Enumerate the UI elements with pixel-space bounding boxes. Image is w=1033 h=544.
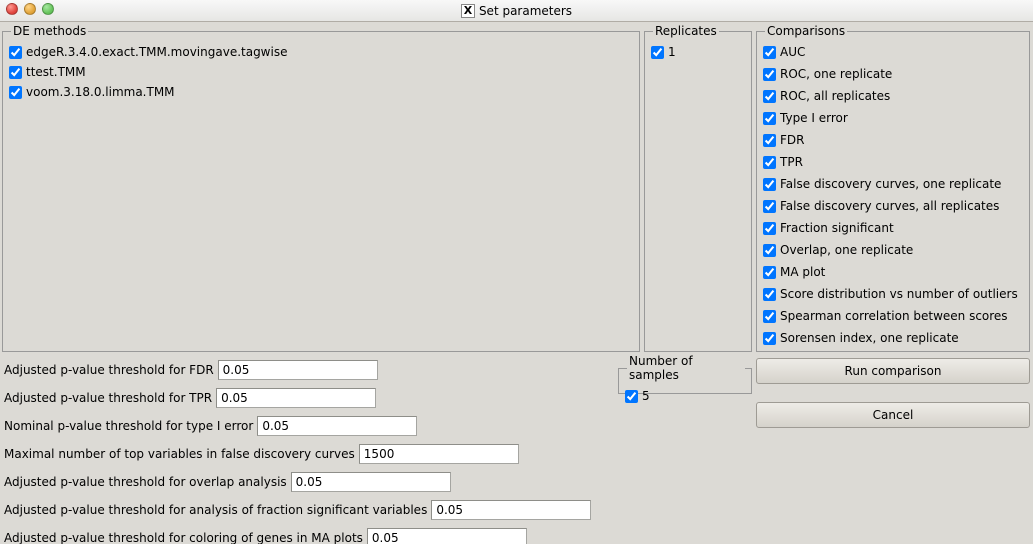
comparison-item[interactable]: False discovery curves, one replicate: [763, 173, 1023, 195]
param-label: Maximal number of top variables in false…: [4, 447, 359, 461]
comparison-label: Type I error: [780, 111, 848, 125]
comparison-checkbox[interactable]: [763, 332, 776, 345]
replicates-legend: Replicates: [653, 24, 719, 38]
titlebar: X Set parameters: [0, 0, 1033, 22]
comparisons-legend: Comparisons: [765, 24, 847, 38]
samples-panel: Number of samples 5: [618, 354, 752, 394]
de-method-checkbox[interactable]: [9, 46, 22, 59]
comparison-item[interactable]: Spearman correlation between scores: [763, 305, 1023, 327]
samples-legend: Number of samples: [627, 354, 745, 382]
samples-label: 5: [642, 389, 650, 403]
zoom-window-button[interactable]: [42, 3, 54, 15]
param-row-overlap: Adjusted p-value threshold for overlap a…: [4, 468, 591, 496]
cancel-button[interactable]: Cancel: [756, 402, 1030, 428]
comparison-label: ROC, all replicates: [780, 89, 890, 103]
fdc-topvars-input[interactable]: [359, 444, 519, 464]
samples-checkbox[interactable]: [625, 390, 638, 403]
comparison-label: Score distribution vs number of outliers: [780, 287, 1018, 301]
param-row-fdc: Maximal number of top variables in false…: [4, 440, 591, 468]
comparison-item[interactable]: Sorensen index, one replicate: [763, 327, 1023, 349]
comparison-label: Overlap, one replicate: [780, 243, 913, 257]
comparison-item[interactable]: Type I error: [763, 107, 1023, 129]
comparison-checkbox[interactable]: [763, 156, 776, 169]
comparison-item[interactable]: Overlap, one replicate: [763, 239, 1023, 261]
comparison-item[interactable]: AUC: [763, 41, 1023, 63]
run-comparison-button[interactable]: Run comparison: [756, 358, 1030, 384]
close-window-button[interactable]: [6, 3, 18, 15]
comparison-item[interactable]: FDR: [763, 129, 1023, 151]
comparison-label: Spearman correlation between scores: [780, 309, 1008, 323]
window-controls: [6, 3, 54, 15]
comparison-label: MA plot: [780, 265, 825, 279]
comparison-label: Sorensen index, one replicate: [780, 331, 959, 345]
fdr-threshold-input[interactable]: [218, 360, 378, 380]
param-row-tpr: Adjusted p-value threshold for TPR: [4, 384, 591, 412]
de-methods-panel: DE methods edgeR.3.4.0.exact.TMM.movinga…: [2, 24, 640, 352]
param-label: Adjusted p-value threshold for analysis …: [4, 503, 431, 517]
replicate-checkbox[interactable]: [651, 46, 664, 59]
comparison-item[interactable]: Fraction significant: [763, 217, 1023, 239]
comparison-checkbox[interactable]: [763, 266, 776, 279]
comparison-label: FDR: [780, 133, 804, 147]
replicate-label: 1: [668, 45, 676, 59]
de-method-label: edgeR.3.4.0.exact.TMM.movingave.tagwise: [26, 45, 287, 59]
comparison-item[interactable]: MA plot: [763, 261, 1023, 283]
de-method-item[interactable]: voom.3.18.0.limma.TMM: [9, 82, 633, 102]
comparison-item[interactable]: False discovery curves, all replicates: [763, 195, 1023, 217]
param-label: Adjusted p-value threshold for coloring …: [4, 531, 367, 544]
comparison-label: TPR: [780, 155, 803, 169]
comparison-checkbox[interactable]: [763, 90, 776, 103]
tpr-threshold-input[interactable]: [216, 388, 376, 408]
comparison-label: False discovery curves, all replicates: [780, 199, 999, 213]
de-methods-legend: DE methods: [11, 24, 88, 38]
type1-threshold-input[interactable]: [257, 416, 417, 436]
ma-threshold-input[interactable]: [367, 528, 527, 544]
param-label: Nominal p-value threshold for type I err…: [4, 419, 257, 433]
window-title: Set parameters: [479, 4, 572, 18]
comparison-checkbox[interactable]: [763, 288, 776, 301]
param-row-ma: Adjusted p-value threshold for coloring …: [4, 524, 591, 544]
param-row-type1: Nominal p-value threshold for type I err…: [4, 412, 591, 440]
overlap-threshold-input[interactable]: [291, 472, 451, 492]
comparison-label: AUC: [780, 45, 805, 59]
param-label: Adjusted p-value threshold for overlap a…: [4, 475, 291, 489]
de-method-label: voom.3.18.0.limma.TMM: [26, 85, 175, 99]
comparison-item[interactable]: ROC, all replicates: [763, 85, 1023, 107]
comparison-item[interactable]: Score distribution vs number of outliers: [763, 283, 1023, 305]
de-method-checkbox[interactable]: [9, 66, 22, 79]
comparison-checkbox[interactable]: [763, 46, 776, 59]
samples-item[interactable]: 5: [625, 386, 745, 406]
comparison-label: Fraction significant: [780, 221, 894, 235]
comparisons-panel: Comparisons AUC ROC, one replicate ROC, …: [756, 24, 1030, 352]
param-label: Adjusted p-value threshold for TPR: [4, 391, 216, 405]
param-row-fdr: Adjusted p-value threshold for FDR: [4, 356, 591, 384]
x11-icon: X: [461, 4, 475, 18]
comparison-label: False discovery curves, one replicate: [780, 177, 1001, 191]
comparison-checkbox[interactable]: [763, 244, 776, 257]
de-method-checkbox[interactable]: [9, 86, 22, 99]
param-row-fracsig: Adjusted p-value threshold for analysis …: [4, 496, 591, 524]
comparison-checkbox[interactable]: [763, 112, 776, 125]
comparison-checkbox[interactable]: [763, 134, 776, 147]
minimize-window-button[interactable]: [24, 3, 36, 15]
comparison-checkbox[interactable]: [763, 200, 776, 213]
comparison-label: ROC, one replicate: [780, 67, 892, 81]
comparison-item[interactable]: TPR: [763, 151, 1023, 173]
de-method-label: ttest.TMM: [26, 65, 86, 79]
param-label: Adjusted p-value threshold for FDR: [4, 363, 218, 377]
comparison-checkbox[interactable]: [763, 310, 776, 323]
de-method-item[interactable]: ttest.TMM: [9, 62, 633, 82]
comparison-item[interactable]: ROC, one replicate: [763, 63, 1023, 85]
comparison-checkbox[interactable]: [763, 178, 776, 191]
replicate-item[interactable]: 1: [651, 42, 745, 62]
replicates-panel: Replicates 1: [644, 24, 752, 352]
comparison-checkbox[interactable]: [763, 222, 776, 235]
comparison-checkbox[interactable]: [763, 68, 776, 81]
de-method-item[interactable]: edgeR.3.4.0.exact.TMM.movingave.tagwise: [9, 42, 633, 62]
fracsig-threshold-input[interactable]: [431, 500, 591, 520]
